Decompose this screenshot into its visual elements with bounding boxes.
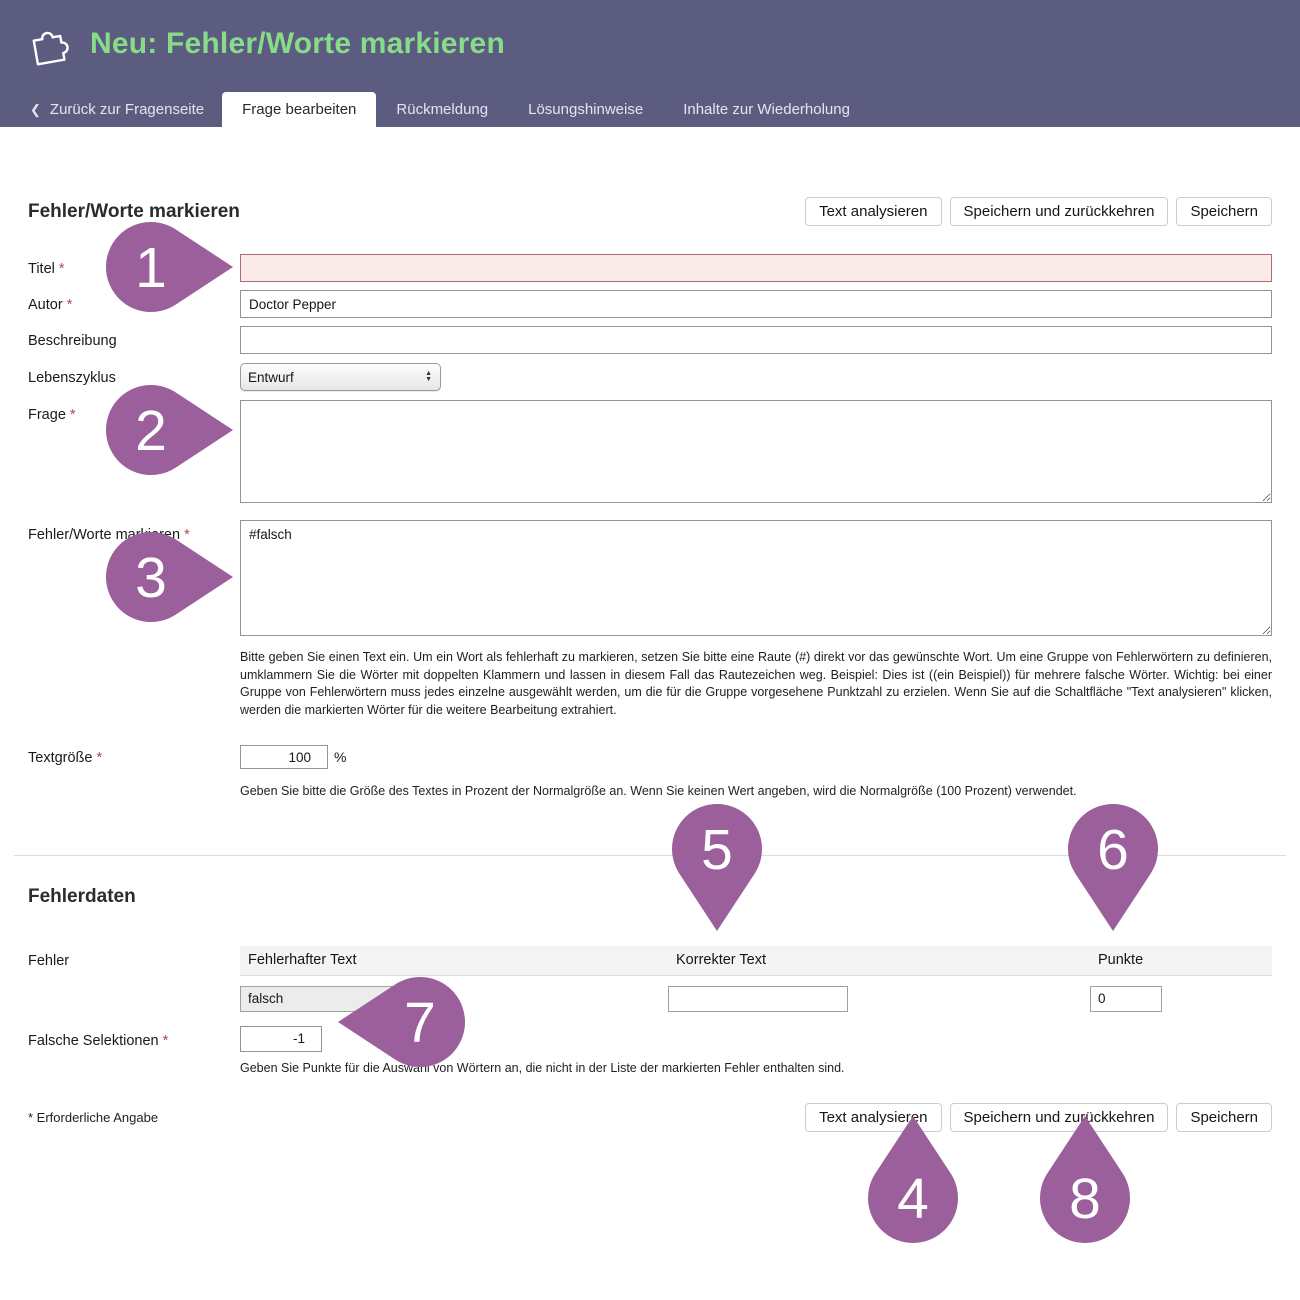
fehlerdaten-section-title: Fehlerdaten: [28, 886, 1272, 908]
percent-unit-label: %: [334, 749, 346, 765]
chevron-left-icon: ❮: [30, 102, 41, 118]
table-row: [240, 986, 1272, 1012]
annotation-marker-8: 8: [1039, 1114, 1131, 1244]
required-asterisk: *: [163, 1033, 169, 1049]
textgroesse-label: Textgröße *: [28, 743, 240, 766]
frage-textarea[interactable]: [240, 400, 1272, 503]
autor-input[interactable]: [240, 290, 1272, 318]
speichern-zurueckkehren-button-top[interactable]: Speichern und zurückkehren: [950, 197, 1169, 226]
tab-rueckmeldung[interactable]: Rückmeldung: [376, 92, 508, 127]
speichern-zurueckkehren-button-bottom[interactable]: Speichern und zurückkehren: [950, 1103, 1169, 1132]
fehler-table-header: Fehlerhafter Text Korrekter Text Punkte: [240, 946, 1272, 976]
bottom-button-group: Text analysieren Speichern und zurückkeh…: [805, 1103, 1272, 1132]
beschreibung-input[interactable]: [240, 326, 1272, 354]
speichern-button-bottom[interactable]: Speichern: [1176, 1103, 1272, 1132]
falsche-selektionen-label: Falsche Selektionen *: [28, 1026, 240, 1049]
back-link-label: Zurück zur Fragenseite: [50, 101, 204, 118]
lebenszyklus-label: Lebenszyklus: [28, 363, 240, 386]
required-asterisk: *: [97, 750, 103, 766]
required-asterisk: *: [70, 407, 76, 423]
fehler-label: Fehler: [28, 946, 240, 969]
fehler-worte-textarea[interactable]: #falsch: [240, 520, 1272, 636]
required-asterisk: *: [59, 261, 65, 277]
required-asterisk: *: [67, 297, 73, 313]
header-bar: Neu: Fehler/Worte markieren: [0, 0, 1300, 88]
falsche-selektionen-help-text: Geben Sie Punkte für die Auswahl von Wör…: [240, 1060, 1272, 1078]
svg-text:8: 8: [1069, 1167, 1101, 1231]
textgroesse-input[interactable]: [240, 745, 328, 769]
autor-label: Autor *: [28, 290, 240, 313]
frage-label: Frage *: [28, 400, 240, 423]
annotation-marker-4: 4: [867, 1114, 959, 1244]
textgroesse-help-text: Geben Sie bitte die Größe des Textes in …: [240, 783, 1272, 801]
back-link[interactable]: ❮ Zurück zur Fragenseite: [12, 92, 222, 127]
text-analysieren-button-bottom[interactable]: Text analysieren: [805, 1103, 941, 1132]
korrekter-text-input[interactable]: [668, 986, 848, 1012]
punkte-input[interactable]: [1090, 986, 1162, 1012]
form-section-title: Fehler/Worte markieren: [28, 201, 240, 223]
beschreibung-label: Beschreibung: [28, 326, 240, 349]
tab-frage-bearbeiten[interactable]: Frage bearbeiten: [222, 92, 376, 127]
lebenszyklus-selected-value: Entwurf: [248, 370, 294, 385]
fehler-worte-label: Fehler/Worte markieren *: [28, 520, 240, 543]
fehler-worte-help-text: Bitte geben Sie einen Text ein. Um ein W…: [240, 649, 1272, 719]
column-header-punkte: Punkte: [1090, 946, 1272, 975]
column-header-fehlerhafter-text: Fehlerhafter Text: [240, 946, 668, 975]
section-divider: [14, 855, 1286, 856]
required-note: * Erforderliche Angabe: [28, 1110, 158, 1125]
puzzle-icon: [20, 16, 76, 72]
tab-inhalte-wiederholung[interactable]: Inhalte zur Wiederholung: [663, 92, 870, 127]
text-analysieren-button-top[interactable]: Text analysieren: [805, 197, 941, 226]
falsche-selektionen-input[interactable]: [240, 1026, 322, 1052]
top-button-group: Text analysieren Speichern und zurückkeh…: [805, 197, 1272, 226]
lebenszyklus-select[interactable]: Entwurf ▲▼: [240, 363, 441, 391]
page-title: Neu: Fehler/Worte markieren: [90, 27, 505, 61]
column-header-korrekter-text: Korrekter Text: [668, 946, 1090, 975]
tab-bar: ❮ Zurück zur Fragenseite Frage bearbeite…: [0, 88, 1300, 127]
fehlerhafter-text-input: [240, 986, 420, 1012]
titel-input[interactable]: [240, 254, 1272, 282]
required-asterisk: *: [184, 527, 190, 543]
titel-label: Titel *: [28, 254, 240, 277]
svg-text:4: 4: [897, 1167, 929, 1231]
tab-loesungshinweise[interactable]: Lösungshinweise: [508, 92, 663, 127]
up-down-arrows-icon: ▲▼: [425, 371, 432, 383]
speichern-button-top[interactable]: Speichern: [1176, 197, 1272, 226]
